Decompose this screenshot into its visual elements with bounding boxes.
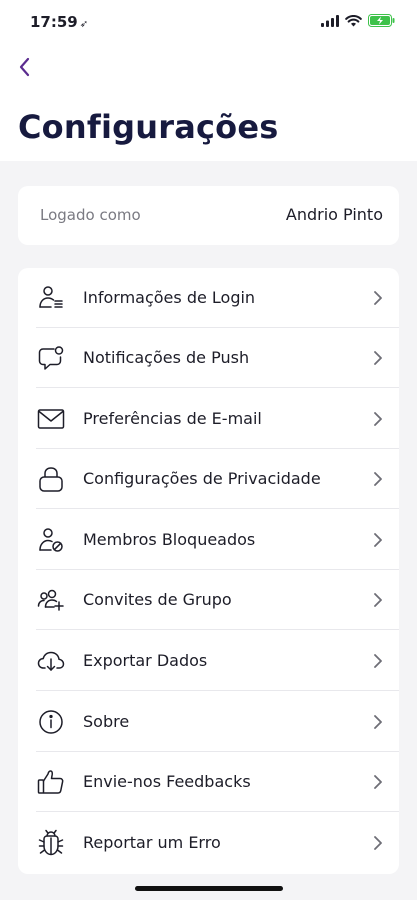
menu-item-login-info[interactable]: Informações de Login xyxy=(18,268,399,328)
bug-icon xyxy=(36,828,66,858)
cellular-signal-icon xyxy=(321,14,339,27)
divider xyxy=(36,387,399,388)
chat-bell-icon xyxy=(36,343,66,373)
divider xyxy=(36,811,399,812)
chevron-right-icon xyxy=(374,715,382,729)
chevron-right-icon xyxy=(374,472,382,486)
chevron-right-icon xyxy=(374,291,382,305)
chevron-right-icon xyxy=(374,654,382,668)
logged-in-username: Andrio Pinto xyxy=(285,205,383,224)
menu-item-label: Envie-nos Feedbacks xyxy=(83,772,251,791)
menu-item-privacy-settings[interactable]: Configurações de Privacidade xyxy=(18,449,399,509)
page-header: Configurações xyxy=(0,44,417,161)
menu-item-label: Sobre xyxy=(83,712,130,731)
chevron-right-icon xyxy=(374,351,382,365)
lock-icon xyxy=(36,464,66,494)
menu-item-label: Informações de Login xyxy=(83,288,256,307)
menu-item-label: Exportar Dados xyxy=(83,651,208,670)
menu-item-blocked-members[interactable]: Membros Bloqueados xyxy=(18,510,399,570)
chevron-right-icon xyxy=(374,593,382,607)
divider xyxy=(36,690,399,691)
user-list-icon xyxy=(36,283,66,313)
clock-text: 17:59 xyxy=(30,13,78,31)
menu-item-about[interactable]: Sobre xyxy=(18,692,399,752)
chevron-left-icon xyxy=(19,57,30,77)
user-blocked-icon xyxy=(36,525,66,555)
menu-item-export-data[interactable]: Exportar Dados xyxy=(18,631,399,691)
status-time: 17:59 ➶ xyxy=(30,13,88,31)
chevron-right-icon xyxy=(374,533,382,547)
menu-item-label: Configurações de Privacidade xyxy=(83,469,321,488)
home-indicator[interactable] xyxy=(135,886,283,891)
menu-item-group-invites[interactable]: Convites de Grupo xyxy=(18,570,399,630)
menu-item-label: Reportar um Erro xyxy=(83,833,221,852)
page-title: Configurações xyxy=(18,108,279,146)
settings-menu: Informações de Login Notificações de Pus… xyxy=(18,268,399,874)
menu-item-email-preferences[interactable]: Preferências de E-mail xyxy=(18,389,399,449)
status-bar: 17:59 ➶ xyxy=(0,0,417,44)
location-arrow-icon: ➶ xyxy=(79,19,89,30)
cloud-download-icon xyxy=(36,646,66,676)
menu-item-label: Notificações de Push xyxy=(83,348,250,367)
menu-item-report-bug[interactable]: Reportar um Erro xyxy=(18,813,399,873)
chevron-right-icon xyxy=(374,775,382,789)
menu-item-send-feedback[interactable]: Envie-nos Feedbacks xyxy=(18,752,399,812)
thumbs-up-icon xyxy=(36,767,66,797)
account-card: Logado como Andrio Pinto xyxy=(18,186,399,245)
logged-in-label: Logado como xyxy=(40,206,141,224)
menu-item-push-notifications[interactable]: Notificações de Push xyxy=(18,328,399,388)
wifi-icon xyxy=(345,14,362,26)
battery-charging-icon xyxy=(368,14,395,27)
menu-item-label: Convites de Grupo xyxy=(83,590,232,609)
menu-item-label: Membros Bloqueados xyxy=(83,530,256,549)
status-indicators xyxy=(321,14,395,27)
divider xyxy=(36,508,399,509)
info-icon xyxy=(36,707,66,737)
menu-item-label: Preferências de E-mail xyxy=(83,409,262,428)
back-button[interactable] xyxy=(10,52,38,82)
divider xyxy=(36,629,399,630)
chevron-right-icon xyxy=(374,412,382,426)
group-add-icon xyxy=(36,585,66,615)
chevron-right-icon xyxy=(374,836,382,850)
mail-icon xyxy=(36,404,66,434)
